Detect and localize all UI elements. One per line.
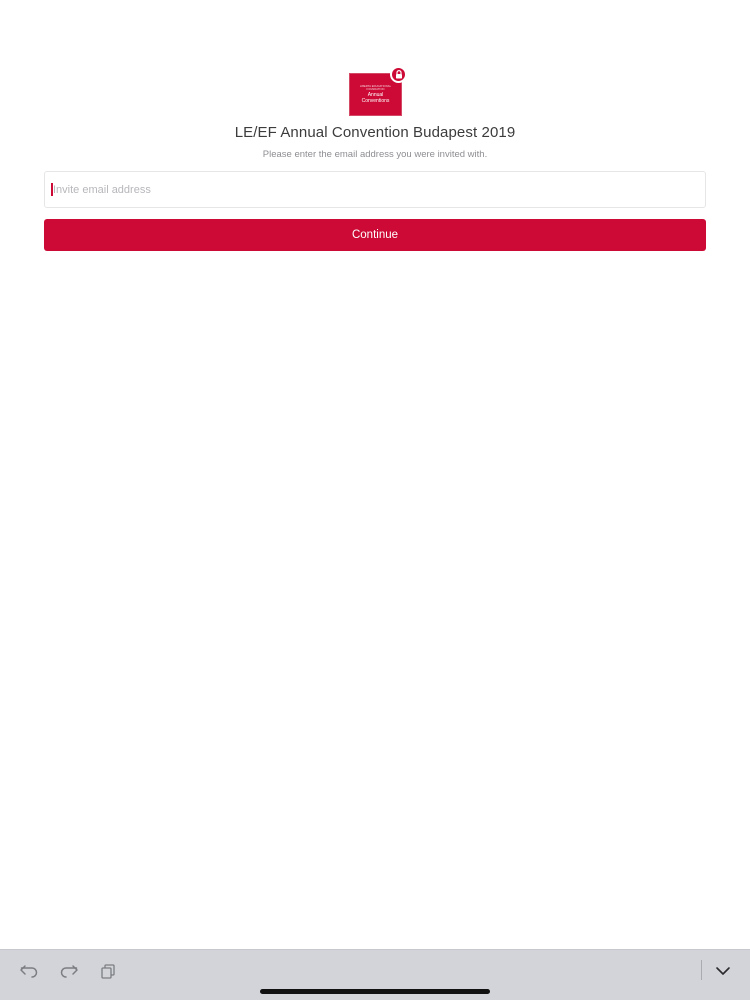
email-field[interactable]: [44, 171, 706, 208]
undo-icon[interactable]: [18, 961, 40, 981]
page-title: LE/EF Annual Convention Budapest 2019: [234, 124, 516, 141]
logo-main-text: Annual Conventions: [361, 92, 390, 104]
toolbar-divider: [701, 960, 702, 980]
home-indicator[interactable]: [260, 989, 490, 994]
page-subtitle: Please enter the email address you were …: [262, 149, 488, 160]
continue-button[interactable]: Continue: [44, 219, 706, 251]
logo-line-2: Conventions: [361, 97, 390, 104]
lock-icon: [390, 66, 407, 83]
app-logo: LIBERTA EDUCATIONAL FOUNDATION Annual Co…: [349, 66, 407, 116]
dismiss-keyboard-icon[interactable]: [712, 961, 734, 981]
logo-small-text: LIBERTA EDUCATIONAL FOUNDATION: [359, 85, 392, 92]
redo-icon[interactable]: [58, 961, 80, 981]
invite-login-screen: LIBERTA EDUCATIONAL FOUNDATION Annual Co…: [0, 0, 750, 1000]
paste-icon[interactable]: [97, 961, 119, 981]
email-input[interactable]: [53, 183, 653, 196]
